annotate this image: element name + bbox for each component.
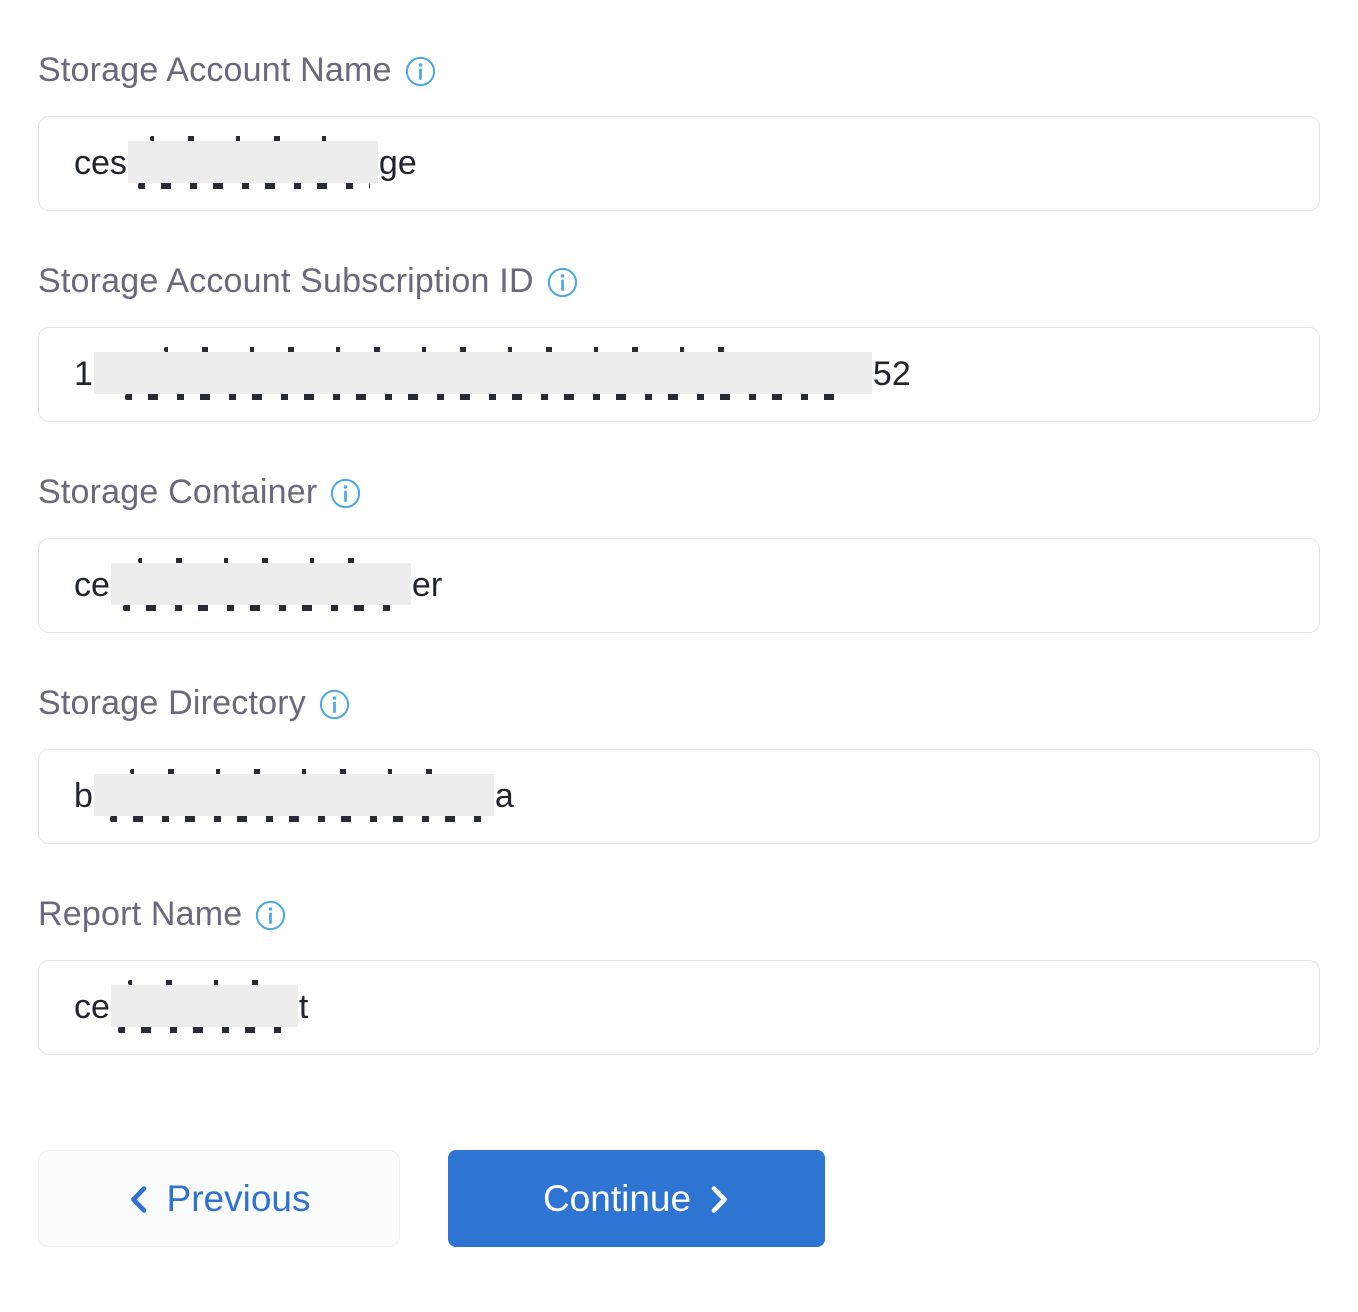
- info-icon[interactable]: [330, 478, 361, 509]
- field-group-storage-container: Storage Container ce er: [38, 472, 1320, 633]
- input-value-prefix: ce: [74, 988, 110, 1027]
- info-icon[interactable]: [255, 900, 286, 931]
- wizard-nav-buttons: Previous Continue: [38, 1150, 1320, 1247]
- field-label: Report Name: [38, 894, 242, 934]
- storage-directory-input[interactable]: ba: [38, 749, 1320, 844]
- field-label: Storage Account Subscription ID: [38, 261, 534, 301]
- redaction-bar: [94, 774, 494, 816]
- redaction-bar: [111, 985, 298, 1027]
- field-label: Storage Account Name: [38, 50, 392, 90]
- field-group-subscription-id: Storage Account Subscription ID 1 52: [38, 261, 1320, 422]
- info-icon[interactable]: [405, 56, 436, 87]
- field-group-storage-directory: Storage Directory ba: [38, 683, 1320, 844]
- input-value-suffix: a: [495, 777, 514, 816]
- input-value-suffix: ge: [379, 144, 417, 183]
- redaction-bar: [128, 141, 378, 183]
- input-value-prefix: b: [74, 777, 93, 816]
- field-label: Storage Container: [38, 472, 317, 512]
- redaction-bar: [111, 563, 411, 605]
- info-icon[interactable]: [319, 689, 350, 720]
- field-group-report-name: Report Name ce t: [38, 894, 1320, 1055]
- storage-account-name-input[interactable]: ces ge: [38, 116, 1320, 211]
- subscription-id-input[interactable]: 1 52: [38, 327, 1320, 422]
- storage-container-input[interactable]: ce er: [38, 538, 1320, 633]
- field-label: Storage Directory: [38, 683, 306, 723]
- input-value-suffix: er: [412, 566, 442, 605]
- chevron-left-icon: [128, 1184, 149, 1215]
- storage-setup-form: Storage Account Name ces ge Storage Accou…: [0, 0, 1358, 1247]
- report-name-input[interactable]: ce t: [38, 960, 1320, 1055]
- continue-button-label: Continue: [543, 1178, 691, 1220]
- input-value-suffix: 52: [873, 355, 911, 394]
- field-group-storage-account-name: Storage Account Name ces ge: [38, 50, 1320, 211]
- previous-button[interactable]: Previous: [38, 1150, 400, 1247]
- chevron-right-icon: [709, 1184, 730, 1215]
- info-icon[interactable]: [547, 267, 578, 298]
- previous-button-label: Previous: [167, 1178, 311, 1220]
- continue-button[interactable]: Continue: [448, 1150, 825, 1247]
- input-value-prefix: ce: [74, 566, 110, 605]
- input-value-prefix: ces: [74, 144, 127, 183]
- input-value-suffix: t: [299, 988, 308, 1027]
- input-value-prefix: 1: [74, 355, 93, 394]
- redaction-bar: [94, 352, 872, 394]
